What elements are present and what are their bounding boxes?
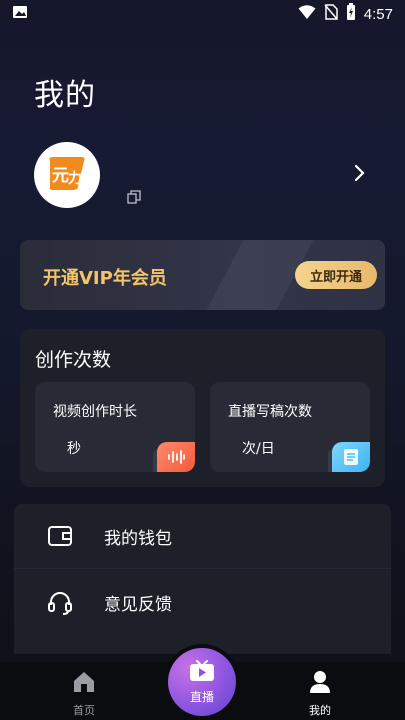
video-duration-card[interactable]: 视频创作时长 秒 [35, 382, 195, 472]
tab-live-button[interactable]: 直播 [168, 648, 236, 716]
menu-panel: 我的钱包 意见反馈 [14, 504, 391, 654]
menu-item-label: 我的钱包 [104, 528, 172, 549]
status-bar: 4:57 [0, 0, 405, 28]
page-title: 我的 [34, 78, 96, 113]
menu-item-feedback[interactable]: 意见反馈 [14, 570, 391, 635]
profile-row[interactable]: 元 力 [34, 142, 374, 208]
app-logo-icon: 元 力 [44, 153, 90, 197]
clock: 4:57 [363, 5, 393, 23]
copy-icon[interactable] [127, 189, 141, 208]
tab-label: 直播 [189, 689, 214, 704]
headset-icon [47, 590, 73, 620]
stat-label: 直播写稿次数 [228, 404, 312, 420]
document-icon [332, 442, 370, 472]
home-icon [71, 670, 97, 698]
stat-label: 视频创作时长 [53, 404, 137, 420]
tv-play-icon [189, 659, 215, 686]
avatar[interactable]: 元 力 [34, 142, 100, 208]
svg-text:力: 力 [68, 170, 82, 187]
tab-mine[interactable]: 我的 [290, 670, 350, 718]
svg-text:元: 元 [52, 166, 69, 186]
no-sim-icon [324, 4, 338, 24]
battery-charging-icon [346, 3, 356, 25]
image-icon [12, 4, 28, 24]
chevron-right-icon[interactable] [354, 164, 366, 186]
user-icon [309, 670, 331, 698]
creation-panel: 创作次数 视频创作时长 秒 直播写稿次数 次/日 [20, 329, 385, 487]
audio-wave-icon [157, 442, 195, 472]
menu-item-wallet[interactable]: 我的钱包 [14, 504, 391, 569]
menu-item-label: 意见反馈 [104, 595, 172, 615]
wallet-icon [47, 524, 73, 552]
tab-label: 首页 [73, 704, 95, 717]
live-script-card[interactable]: 直播写稿次数 次/日 [210, 382, 370, 472]
vip-card[interactable]: 开通VIP年会员 立即开通 [20, 240, 385, 310]
vip-title: 开通VIP年会员 [43, 268, 167, 289]
tab-label: 我的 [309, 704, 331, 717]
creation-title: 创作次数 [35, 349, 112, 371]
stat-unit: 次/日 [242, 441, 275, 457]
tab-home[interactable]: 首页 [54, 670, 114, 718]
wifi-icon [298, 4, 316, 24]
vip-open-button[interactable]: 立即开通 [295, 261, 377, 289]
stat-unit: 秒 [67, 441, 81, 457]
